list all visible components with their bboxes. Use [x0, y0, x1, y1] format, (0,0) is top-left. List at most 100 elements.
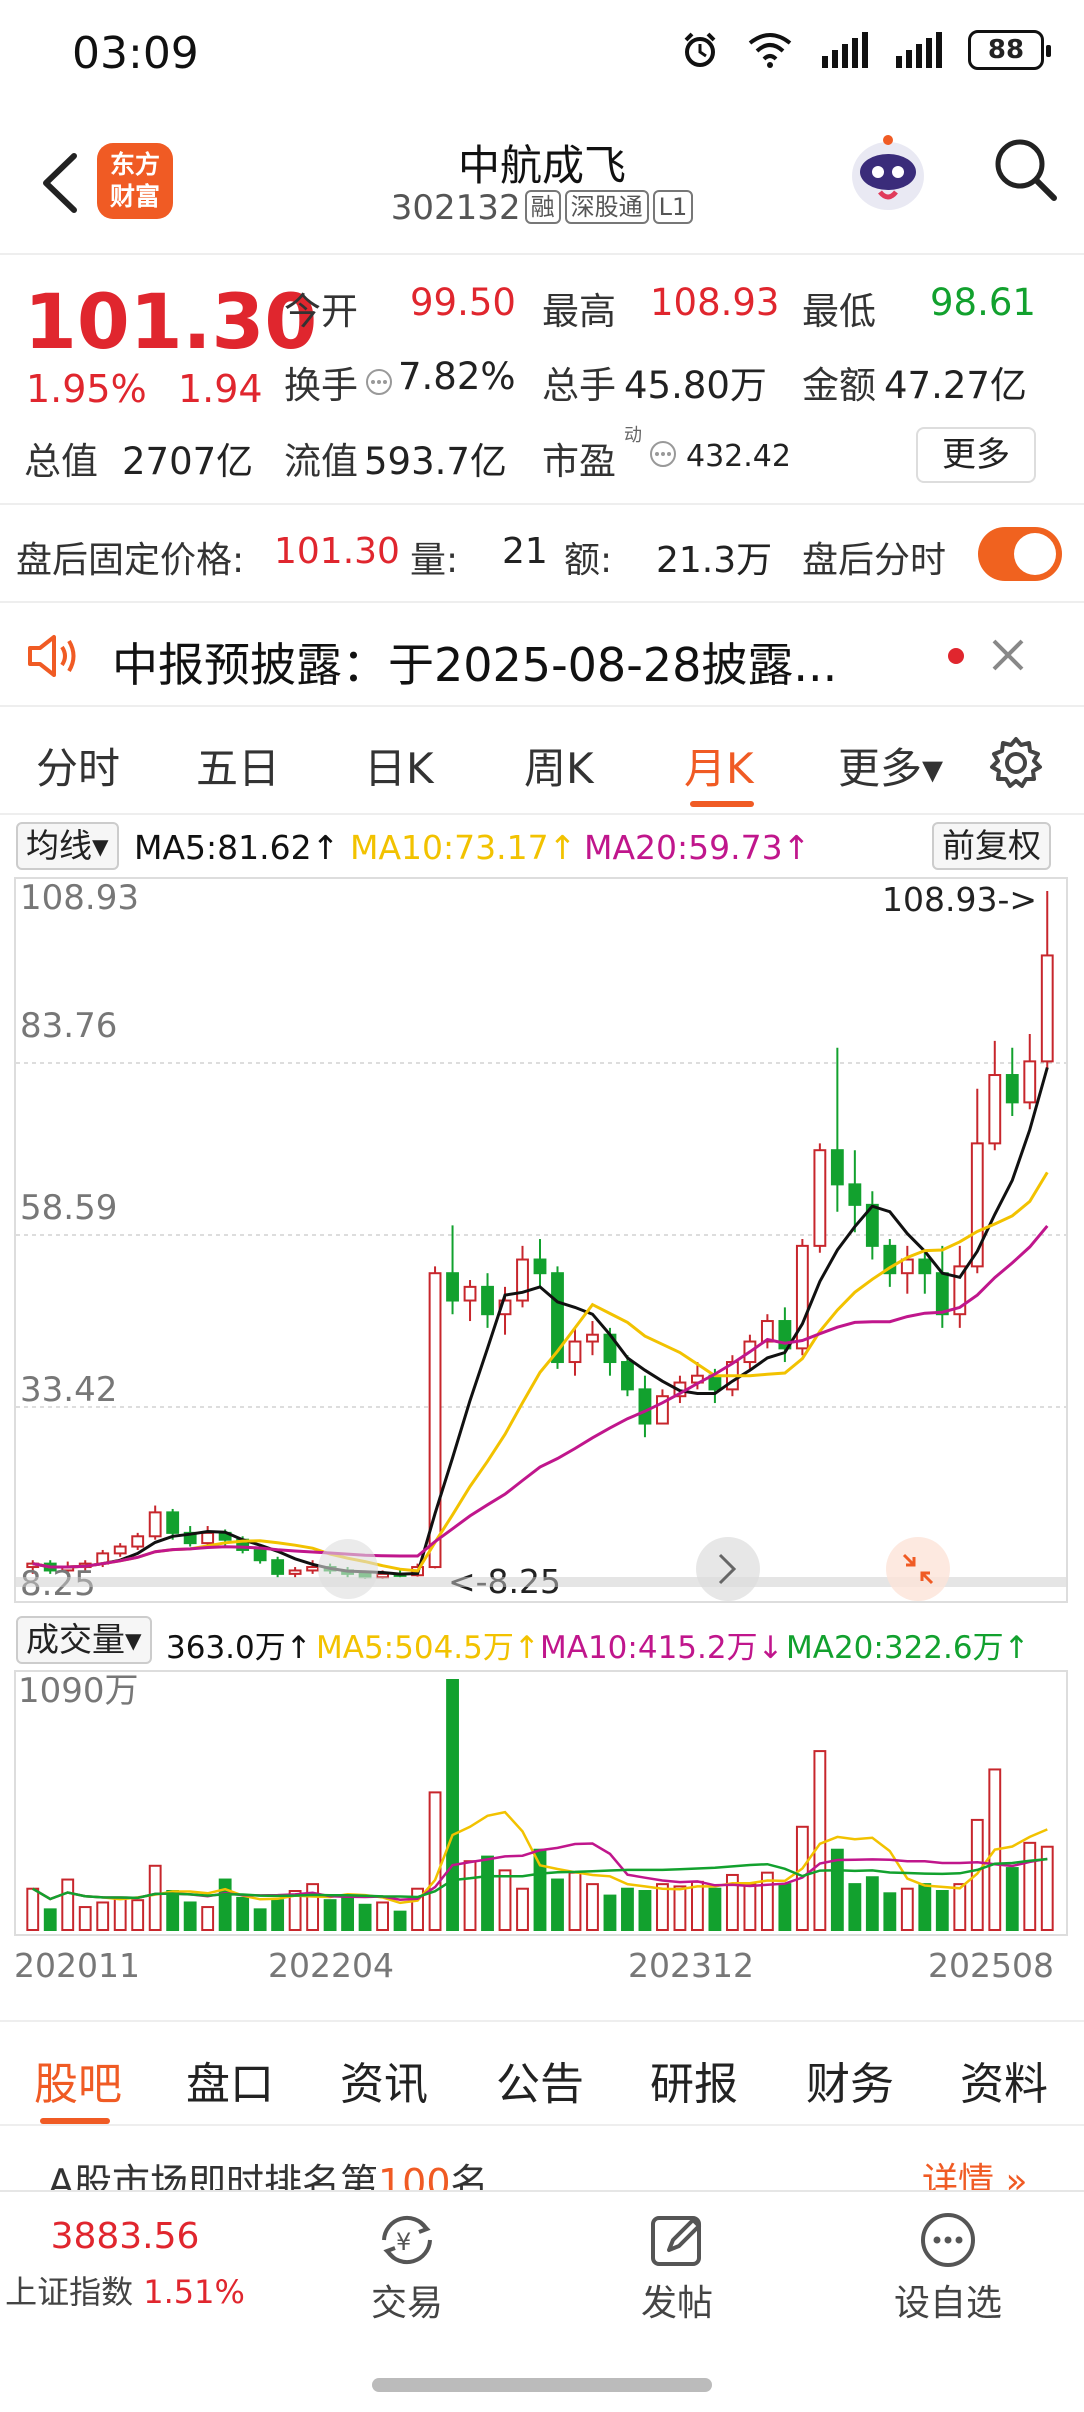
stock-code: 302132: [390, 188, 521, 228]
y-label-3: 58.59: [20, 1188, 117, 1228]
trade-button[interactable]: ¥ 交易: [352, 2210, 462, 2326]
index-value: 3883.56: [50, 2216, 200, 2257]
ranking-detail-link[interactable]: 详情 »: [922, 2152, 1027, 2190]
y-label-2: 83.76: [20, 1006, 117, 1046]
search-icon[interactable]: [990, 134, 1060, 204]
tab-profile[interactable]: 资料: [960, 2048, 1048, 2112]
low-label: 最低: [802, 290, 876, 333]
after-hours-price: 101.30: [274, 531, 400, 572]
settings-gear-icon[interactable]: [988, 735, 1044, 791]
volume-bar: [428, 1791, 442, 1932]
post-label: 发帖: [640, 2283, 713, 2324]
ranking-text: A股市场即时排名第100名: [48, 2152, 489, 2190]
period-tabs: 分时 五日 日K 周K 月K 更多▾: [0, 707, 1084, 815]
tab-order-book[interactable]: 盘口: [186, 2048, 274, 2112]
adjust-button[interactable]: 前复权: [932, 822, 1051, 870]
tab-research[interactable]: 研报: [650, 2048, 738, 2112]
volume-selector-button[interactable]: 成交量▾: [16, 1616, 152, 1664]
volume-bar: [778, 1883, 792, 1931]
after-hours-toggle-label: 盘后分时: [802, 540, 947, 581]
add-watchlist-button[interactable]: 设自选: [888, 2210, 1008, 2326]
y-label-4: 33.42: [20, 1370, 117, 1410]
volume-bar: [708, 1887, 722, 1931]
status-bar: 03:09 88: [0, 0, 1084, 110]
volume-bar: [131, 1899, 145, 1931]
tab-weekly-k[interactable]: 周K: [524, 735, 594, 796]
info-icon[interactable]: [364, 367, 394, 397]
after-hours-amt: 21.3万: [656, 540, 773, 581]
volume-bar: [918, 1883, 932, 1931]
tab-announcements[interactable]: 公告: [496, 2048, 584, 2112]
change-percent: 1.95%: [26, 367, 147, 411]
ranking-number: 100: [378, 2161, 451, 2190]
status-icons: 88: [680, 30, 1051, 70]
watch-label: 设自选: [893, 2283, 1002, 2324]
volume-bar: [218, 1878, 232, 1932]
candle-body: [813, 1149, 827, 1247]
candle-body: [253, 1548, 267, 1562]
close-icon[interactable]: [990, 637, 1026, 673]
alarm-icon: [684, 32, 716, 67]
volume-bar: [656, 1883, 669, 1931]
volume-bar: [341, 1894, 355, 1931]
ma5-legend: MA5:81.62↑: [134, 828, 340, 867]
max-price-marker: 108.93->: [882, 880, 1037, 919]
chart-collapse-button[interactable]: [886, 1537, 950, 1601]
volume-bar: [61, 1878, 75, 1932]
kline-svg: 108.93 83.76 58.59 33.42 8.25 108.93-> <…: [16, 878, 1066, 1604]
candle-body: [271, 1559, 285, 1575]
robot-assistant-icon[interactable]: [846, 130, 930, 220]
index-name: 上证指数: [5, 2273, 134, 2311]
pe-info-icon[interactable]: [648, 439, 678, 469]
high-value: 108.93: [650, 281, 780, 324]
x-label-3: 202312: [628, 1946, 754, 1985]
kline-chart[interactable]: 108.93 83.76 58.59 33.42 8.25 108.93-> <…: [14, 877, 1068, 1604]
tab-monthly-k[interactable]: 月K: [684, 735, 754, 796]
ranking-row[interactable]: A股市场即时排名第100名 详情 »: [0, 2126, 1084, 2190]
volume-bar: [113, 1896, 127, 1931]
ranking-suffix: 名: [450, 2161, 489, 2190]
tab-more[interactable]: 更多▾: [838, 735, 943, 796]
tab-daily-k[interactable]: 日K: [364, 735, 434, 796]
candle-body: [988, 1074, 1002, 1145]
trade-label: 交易: [370, 2283, 443, 2324]
volume-bar: [43, 1908, 57, 1932]
volume-bar: [498, 1869, 512, 1931]
chart-zoom-out-bubble[interactable]: [318, 1539, 378, 1599]
home-indicator[interactable]: [372, 2378, 712, 2392]
volume-bar: [900, 1887, 914, 1931]
x-axis: 202011 202204 202312 202508: [0, 1946, 1084, 1990]
candle-body: [446, 1272, 459, 1302]
candle-body: [621, 1361, 634, 1391]
tab-five-day[interactable]: 五日: [196, 735, 280, 796]
volume-bar: [376, 1901, 389, 1932]
amount-label: 金额: [802, 364, 876, 407]
svg-text:¥: ¥: [396, 2228, 411, 2256]
notice-bar[interactable]: 中报预披露：于2025-08-28披露...: [0, 603, 1084, 707]
high-label: 最高: [542, 290, 616, 333]
index-widget[interactable]: 3883.56 上证指数 1.51%: [0, 2210, 250, 2313]
candle-body: [148, 1511, 162, 1538]
after-hours-toggle[interactable]: [978, 527, 1062, 581]
post-button[interactable]: 发帖: [622, 2210, 732, 2326]
tab-forum[interactable]: 股吧: [34, 2048, 122, 2112]
ma-selector-button[interactable]: 均线▾: [16, 822, 119, 870]
more-button[interactable]: 更多: [916, 427, 1036, 483]
candle-body: [830, 1149, 844, 1186]
tab-intraday[interactable]: 分时: [36, 735, 120, 796]
volume-bar: [953, 1883, 967, 1931]
volume-bar: [603, 1894, 617, 1931]
candle-body: [795, 1244, 809, 1350]
chart-next-button[interactable]: [696, 1537, 760, 1601]
volume-chart[interactable]: 1090万: [14, 1670, 1068, 1936]
candle-body: [306, 1566, 320, 1572]
candle-body: [113, 1545, 127, 1555]
x-label-2: 202204: [268, 1946, 394, 1985]
status-time: 03:09: [72, 28, 199, 79]
volume-bar: [691, 1880, 704, 1932]
tab-news[interactable]: 资讯: [340, 2048, 428, 2112]
volume-bar: [673, 1885, 687, 1931]
candle-body: [935, 1272, 949, 1316]
ma-legend-row: 均线▾ MA5:81.62↑ MA10:73.17↑ MA20:59.73↑ 前…: [0, 818, 1084, 874]
tab-financials[interactable]: 财务: [806, 2048, 894, 2112]
